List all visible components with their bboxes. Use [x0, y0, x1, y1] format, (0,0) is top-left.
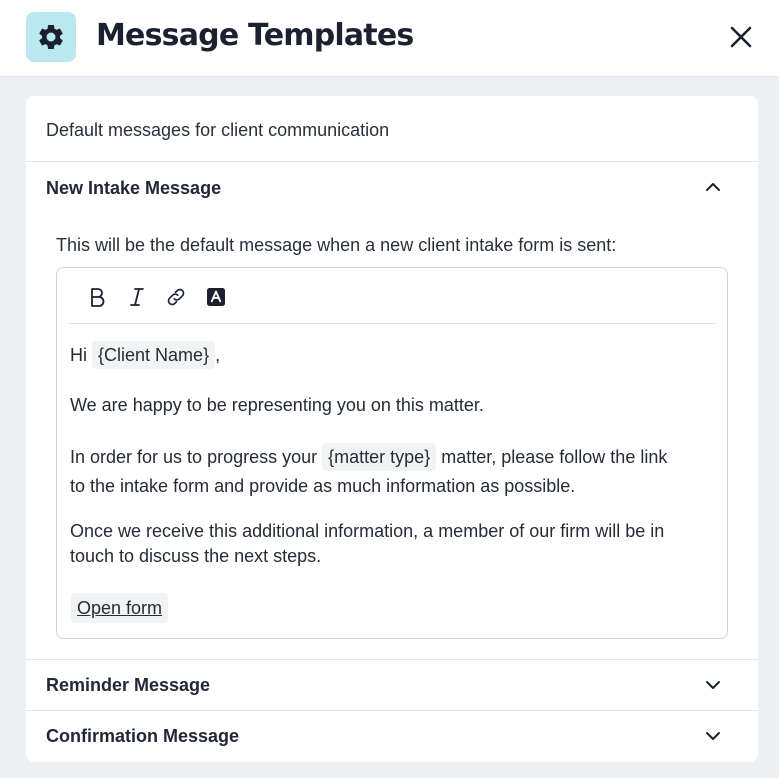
header: Message Templates — [0, 0, 779, 77]
greeting-line: Hi {Client Name}, — [70, 341, 220, 369]
divider — [26, 161, 758, 162]
text-color-button[interactable] — [203, 284, 229, 310]
card-description: Default messages for client communicatio… — [46, 120, 390, 140]
paragraph-2-prefix: In order for us to progress your — [70, 447, 318, 467]
greeting-suffix: , — [215, 345, 221, 365]
message-paragraph-2-line-1: In order for us to progress your {matter… — [70, 443, 667, 471]
link-button[interactable] — [163, 284, 189, 310]
settings-icon-tile — [26, 12, 76, 62]
section-title-new-intake[interactable]: New Intake Message — [46, 178, 221, 198]
templates-card: Default messages for client communicatio… — [26, 96, 758, 762]
gear-icon — [39, 24, 63, 49]
divider — [26, 659, 758, 660]
toolbar-divider — [69, 323, 716, 324]
chevron-up-icon[interactable] — [702, 176, 724, 198]
bold-button[interactable] — [84, 284, 110, 310]
message-paragraph-3-line-1: Once we receive this additional informat… — [70, 521, 665, 541]
close-button[interactable] — [722, 18, 760, 56]
italic-icon — [130, 288, 144, 306]
paragraph-2-suffix: matter, please follow the link — [441, 447, 668, 467]
client-name-variable[interactable]: {Client Name} — [92, 341, 216, 369]
greeting-prefix: Hi — [70, 345, 87, 365]
message-editor[interactable]: Hi {Client Name}, We are happy to be rep… — [56, 267, 728, 639]
chevron-down-icon[interactable] — [702, 725, 724, 747]
link-icon — [167, 288, 185, 306]
chevron-down-icon[interactable] — [702, 674, 724, 696]
bold-icon — [91, 288, 105, 307]
editor-intro: This will be the default message when a … — [56, 235, 617, 255]
section-title-reminder[interactable]: Reminder Message — [46, 675, 210, 695]
italic-button[interactable] — [124, 284, 150, 310]
close-icon — [730, 26, 752, 48]
message-paragraph-3-line-2: touch to discuss the next steps. — [70, 546, 322, 566]
section-title-confirmation[interactable]: Confirmation Message — [46, 726, 239, 746]
page-title: Message Templates — [96, 18, 414, 53]
text-color-icon — [207, 288, 225, 306]
divider — [26, 710, 758, 711]
open-form-link[interactable]: Open form — [71, 593, 169, 623]
message-paragraph-1: We are happy to be representing you on t… — [70, 395, 484, 415]
matter-type-variable[interactable]: {matter type} — [322, 443, 437, 471]
message-paragraph-2-line-2: to the intake form and provide as much i… — [70, 476, 576, 496]
